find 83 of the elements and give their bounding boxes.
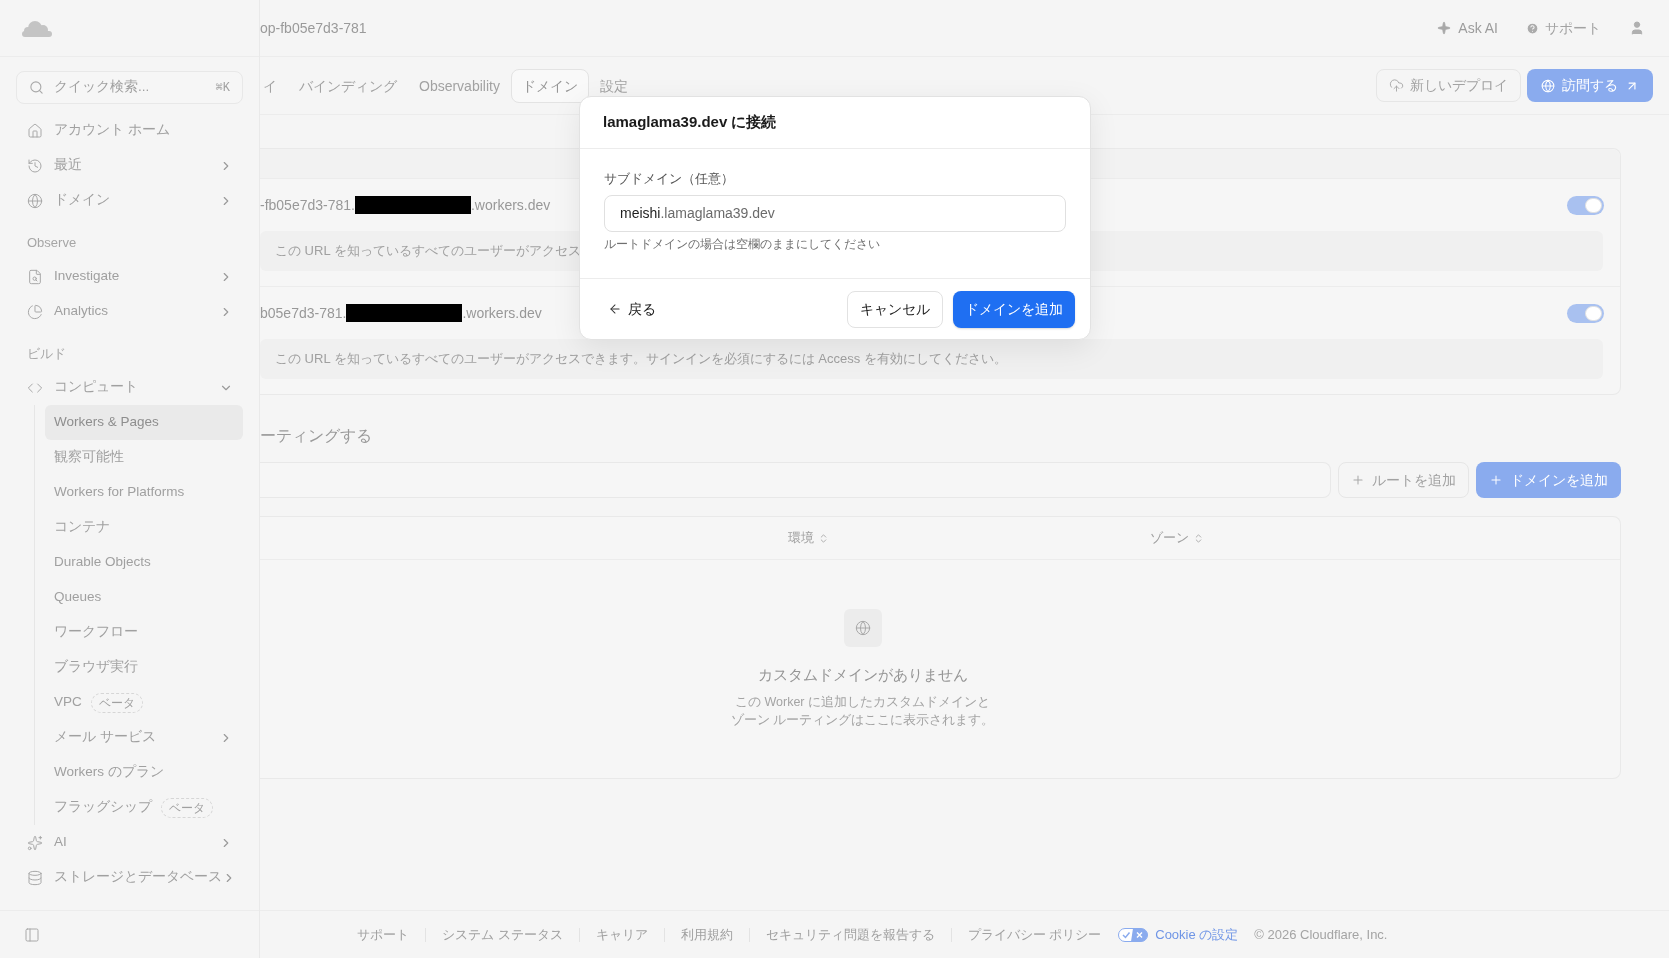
cookie-settings-link[interactable]: Cookie の設定 (1155, 924, 1239, 945)
sidebar-item[interactable]: フラッグシップ ベータ (45, 790, 243, 825)
add-route-button[interactable]: ルートを追加 (1338, 462, 1469, 498)
sidebar-item[interactable]: アカウント ホーム (16, 113, 243, 148)
toggle-switch[interactable] (1567, 303, 1604, 323)
tab[interactable]: ドメイン (510, 68, 589, 103)
sidebar-item[interactable]: ワークフロー (45, 615, 243, 650)
cancel-button[interactable]: キャンセル (847, 290, 943, 328)
domain-text: .workers.dev (462, 303, 542, 323)
sidebar-item[interactable]: Workers のプラン (45, 755, 243, 790)
search-field[interactable]: クイック検索... ⌘K (16, 71, 243, 104)
sidebar-item[interactable]: ドメイン (16, 183, 243, 218)
back-link[interactable]: 戻る (608, 298, 656, 320)
history-icon (27, 157, 43, 174)
deploy-button[interactable]: 新しいデプロイ (1376, 69, 1521, 102)
database-icon (27, 869, 43, 886)
privacy-toggle-icon (1118, 927, 1149, 942)
field-label: サブドメイン（任意） (604, 171, 734, 188)
subdomain-field[interactable]: meishi.lamaglama39.dev (604, 195, 1066, 232)
dialog-title: lamaglama39.dev に接続 (603, 112, 777, 133)
visit-button[interactable]: 訪問する (1527, 69, 1653, 102)
sidebar-item[interactable]: 観察可能性 (45, 440, 243, 475)
add-domain-button[interactable]: ドメインを追加 (953, 290, 1075, 328)
sidebar-item[interactable]: メール サービス (45, 720, 243, 755)
tab[interactable]: イ (260, 76, 288, 95)
help-icon (1526, 21, 1539, 35)
sidebar-item[interactable]: Queues (45, 580, 243, 615)
empty-state-text: ゾーン ルーティングはここに表示されます。 (730, 712, 995, 729)
domain-text: b05e7d3-781. (260, 303, 347, 323)
search-icon (29, 80, 44, 95)
toggle-switch[interactable] (1567, 195, 1604, 215)
shortcut-hint: ⌘K (215, 79, 230, 97)
empty-state-title: カスタムドメインがありません (757, 665, 968, 685)
sidebar-item[interactable]: ストレージとデータベース (16, 860, 243, 895)
footer-link[interactable]: 利用規約 (680, 924, 733, 945)
house-icon (27, 122, 43, 139)
user-icon[interactable] (1629, 20, 1645, 36)
sparkles-icon (27, 834, 43, 851)
globe-icon (27, 192, 43, 209)
cloud-upload-icon (1389, 78, 1404, 93)
plus-icon (1351, 473, 1365, 487)
tab[interactable]: 設定 (588, 76, 639, 95)
domain-text: -fb05e7d3-781. (260, 195, 355, 215)
section-heading: ビルド (27, 346, 66, 362)
arrow-left-icon (608, 302, 622, 316)
sidebar-item[interactable]: コンピュート (16, 370, 243, 405)
footer-link[interactable]: システム ステータス (442, 924, 563, 945)
section-title: ーティングする (260, 426, 372, 446)
plus-icon (1489, 473, 1503, 487)
footer-link[interactable]: サポート (357, 924, 409, 945)
field-hint: ルートドメインの場合は空欄のままにしてください (604, 236, 880, 252)
section-heading: Observe (27, 235, 77, 251)
empty-state-text: この Worker に追加したカスタムドメインと (735, 694, 990, 711)
info-note: この URL を知っているすべてのユーザーがアクセスできます。サインインを必須にするには Access を有効にしてください。 (260, 339, 1603, 379)
column-header[interactable]: 環境 (788, 528, 829, 548)
file-search-icon (27, 268, 43, 285)
sidebar-item[interactable]: Investigate (16, 259, 243, 294)
globe-icon (843, 609, 882, 647)
sidebar-item[interactable]: Workers for Platforms (45, 475, 243, 510)
globe-icon (1541, 78, 1555, 93)
ask-ai-button[interactable]: Ask AI (1437, 17, 1498, 39)
add-domain-button[interactable]: ドメインを追加 (1476, 462, 1621, 498)
sidebar-item[interactable]: Durable Objects (45, 545, 243, 580)
sidebar-item[interactable]: Workers & Pages (45, 405, 243, 440)
tab[interactable]: バインディング (288, 76, 408, 95)
sidebar-item[interactable]: ブラウザ実行 (45, 650, 243, 685)
sidebar-item[interactable]: コンテナ (45, 510, 243, 545)
sidebar-toggle-icon[interactable] (24, 926, 40, 943)
breadcrumb: op-fb05e7d3-781 (260, 18, 367, 38)
footer-link[interactable]: セキュリティ問題を報告する (765, 924, 935, 945)
domain-text: .workers.dev (470, 195, 551, 215)
copyright: © 2026 Cloudflare, Inc. (1254, 925, 1388, 944)
support-button[interactable]: サポート (1526, 17, 1601, 39)
column-header[interactable]: ゾーン (1150, 528, 1204, 548)
sidebar-item[interactable]: AI (16, 825, 243, 860)
sidebar-item[interactable]: 最近 (16, 148, 243, 183)
footer-link[interactable]: プライバシー ポリシー (967, 924, 1102, 945)
sidebar-item[interactable]: Analytics (16, 294, 243, 329)
tab[interactable]: Observability (408, 76, 511, 95)
sparkle-icon (1437, 21, 1452, 35)
pie-chart-icon (27, 303, 43, 320)
sidebar-item[interactable]: VPC ベータ (45, 685, 243, 720)
footer-link[interactable]: キャリア (595, 924, 648, 945)
